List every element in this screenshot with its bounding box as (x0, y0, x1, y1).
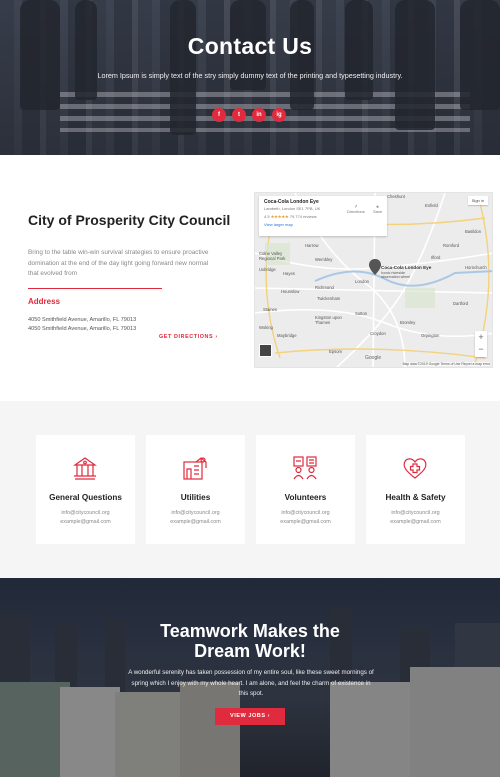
hero-section: Contact Us Lorem Ipsum is simply text of… (0, 0, 500, 155)
map-label: Romford (443, 243, 460, 248)
divider (28, 287, 162, 289)
view-larger-map-link[interactable]: View larger map (264, 222, 382, 227)
map-label: Hornchurch (465, 265, 487, 270)
twitter-icon[interactable]: t (232, 108, 246, 122)
map-label: Maybridge (277, 333, 297, 338)
card-general-questions: General Questions info@citycouncil.org e… (36, 435, 135, 544)
card-email[interactable]: info@citycouncil.org (36, 510, 135, 516)
map-label: Kingston upon Thames (315, 315, 342, 325)
teamwork-title: Teamwork Makes the Dream Work! (160, 621, 340, 661)
card-email[interactable]: info@citycouncil.org (146, 510, 245, 516)
map-label: Cheshunt (387, 194, 405, 199)
card-health-safety: Health & Safety info@citycouncil.org exa… (366, 435, 465, 544)
zoom-out-button[interactable]: − (475, 343, 487, 355)
page-title: Contact Us (187, 33, 313, 59)
map-label: Twickenham (317, 296, 341, 301)
card-title: Health & Safety (385, 493, 446, 502)
map-label: Hounslow (281, 289, 300, 294)
pedestrian-figure (395, 0, 435, 130)
hero-subtitle: Lorem Ipsum is simply text of the stry s… (97, 71, 403, 80)
view-jobs-button[interactable]: VIEW JOBS › (215, 708, 285, 725)
instagram-icon[interactable]: ig (272, 108, 286, 122)
card-email[interactable]: example@gmail.com (36, 519, 135, 525)
map-label: Wembley (315, 257, 333, 262)
map-directions-button[interactable]: ↱ Directions (347, 204, 365, 214)
map-label: Dartford (453, 301, 469, 306)
address-line: 4050 Smithfield Avenue, Amarillo, FL 790… (28, 316, 137, 323)
card-title: Volunteers (284, 493, 327, 502)
zoom-in-button[interactable]: + (475, 331, 487, 343)
map-rating: 4.5 ★★★★★ 79,774 reviews (264, 214, 317, 219)
council-description: Bring to the table win-win survival stra… (28, 249, 209, 277)
card-email[interactable]: example@gmail.com (256, 519, 355, 525)
utilities-icon (183, 457, 207, 480)
linkedin-icon[interactable]: in (252, 108, 266, 122)
map-label: Uxbridge (259, 267, 276, 272)
map-label: Ilford (431, 255, 441, 260)
map-label: Basildon (465, 229, 482, 234)
teamwork-section: Teamwork Makes the Dream Work! A wonderfu… (0, 578, 500, 777)
map-label: Harrow (305, 243, 319, 248)
map-save-button[interactable]: ★ Save (373, 204, 382, 214)
map-footer: Map data ©2019 Google Terms of Use Repor… (402, 362, 490, 366)
map-label: Woking (259, 325, 273, 330)
map-sign-in-button[interactable]: Sign in (467, 196, 488, 205)
card-utilities: Utilities info@citycouncil.org example@g… (146, 435, 245, 544)
address-line: 4050 Smithfield Avenue, Amarillo, FL 790… (28, 325, 137, 332)
map-satellite-toggle[interactable] (259, 344, 272, 357)
get-directions-link[interactable]: GET DIRECTIONS › (159, 334, 218, 340)
card-volunteers: Volunteers info@citycouncil.org example@… (256, 435, 355, 544)
pedestrian-figure (170, 0, 196, 135)
map-label: London (355, 279, 369, 284)
map-label: Richmond (315, 285, 334, 290)
card-title: General Questions (49, 493, 122, 502)
map-zoom-controls[interactable]: + − (475, 331, 487, 357)
teamwork-text: A wonderful serenity has taken possessio… (128, 669, 374, 697)
google-logo: Google (365, 355, 382, 361)
card-email[interactable]: example@gmail.com (146, 519, 245, 525)
map-place-card: Coca-Cola London Eye Lambeth, London SE1… (259, 196, 387, 236)
map-pin-label: Coca-Cola London Eye (381, 265, 432, 270)
map-label: Epsom (329, 349, 343, 354)
card-email[interactable]: info@citycouncil.org (256, 510, 355, 516)
contact-cards-section: General Questions info@citycouncil.org e… (0, 401, 500, 578)
map-label: Bromley (400, 320, 416, 325)
council-info: City of Prosperity City Council Bring to… (28, 212, 231, 334)
address-heading: Address (28, 296, 61, 306)
embedded-map[interactable]: Coca-Cola London Eye Lambeth, London SE1… (254, 192, 493, 368)
map-label: Colne Valley Regional Park (259, 251, 286, 261)
building-icon (73, 457, 97, 480)
social-links: f t in ig (212, 108, 286, 122)
card-title: Utilities (180, 493, 211, 502)
map-label: Croydon (370, 331, 386, 336)
card-email[interactable]: info@citycouncil.org (366, 510, 465, 516)
map-pin-sub: Iconic riverside observation wheel (381, 271, 410, 279)
card-email[interactable]: example@gmail.com (366, 519, 465, 525)
facebook-icon[interactable]: f (212, 108, 226, 122)
map-label: Enfield (425, 203, 438, 208)
map-label: Sutton (355, 311, 368, 316)
volunteers-icon (293, 456, 317, 480)
map-label: Hayes (283, 271, 295, 276)
council-title: City of Prosperity City Council (28, 212, 231, 228)
map-label: Orpington (421, 333, 440, 338)
map-label: Staines (263, 307, 277, 312)
address-block: 4050 Smithfield Avenue, Amarillo, FL 790… (28, 316, 228, 334)
heart-cross-icon (403, 458, 427, 479)
